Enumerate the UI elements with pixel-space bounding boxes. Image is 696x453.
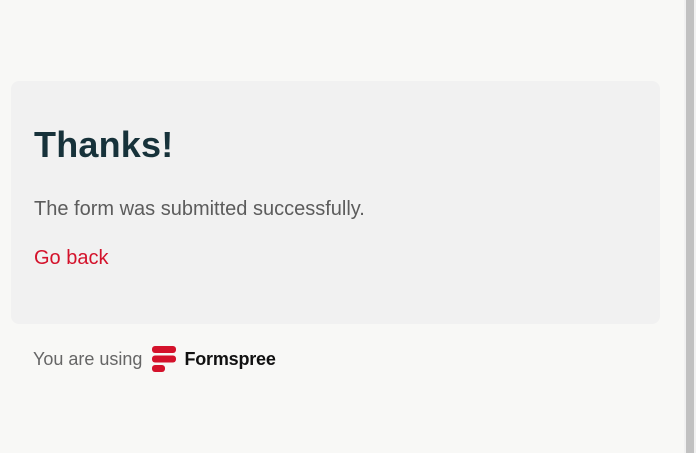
footer: You are using Formspree <box>33 346 276 372</box>
formspree-logo-icon <box>152 346 177 372</box>
go-back-link[interactable]: Go back <box>34 247 108 269</box>
vertical-scrollbar[interactable] <box>684 0 696 453</box>
thanks-page: Thanks! The form was submitted successfu… <box>0 0 684 453</box>
footer-text: You are using <box>33 348 143 369</box>
page-title: Thanks! <box>34 124 174 165</box>
brand-name: Formspree <box>184 348 276 369</box>
formspree-brand-link[interactable]: Formspree <box>152 346 276 372</box>
scrollbar-thumb[interactable] <box>686 0 694 453</box>
confirmation-card: Thanks! The form was submitted successfu… <box>11 81 660 324</box>
success-message: The form was submitted successfully. <box>34 198 365 220</box>
